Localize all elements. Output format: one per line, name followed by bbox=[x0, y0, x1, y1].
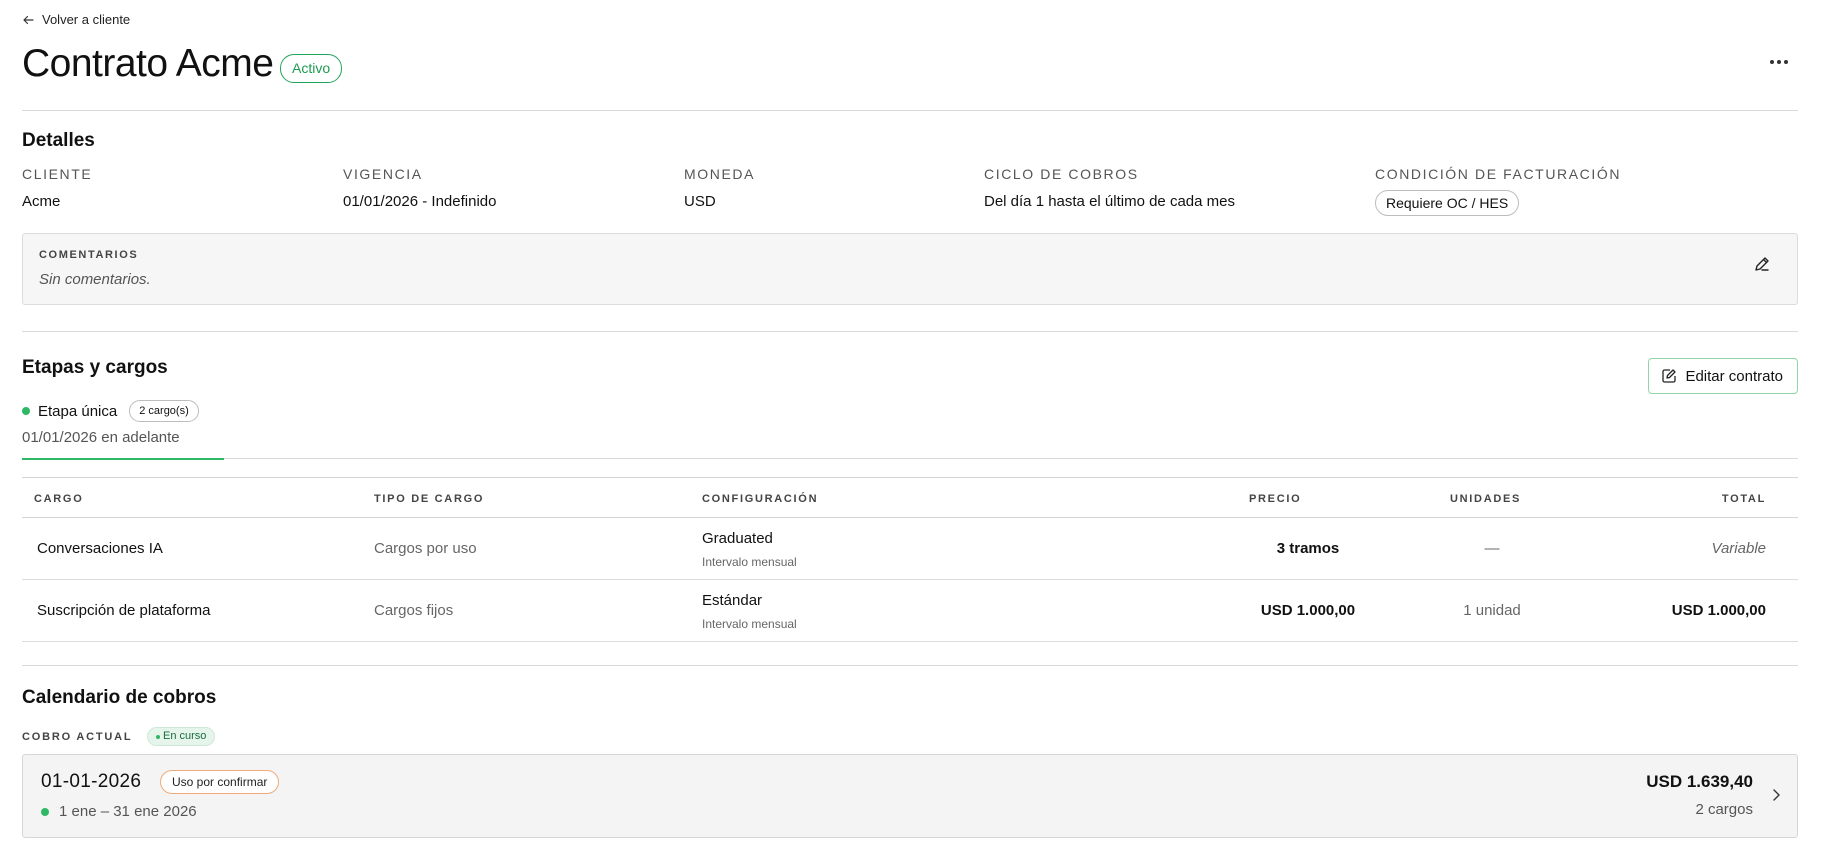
row-unidades: 1 unidad bbox=[1463, 602, 1521, 619]
in-progress-dot bbox=[156, 734, 160, 739]
row-config: Estándar bbox=[702, 592, 763, 609]
stage-charge-count: 2 cargo(s) bbox=[129, 400, 199, 422]
back-to-client-link[interactable]: Volver a cliente bbox=[22, 12, 130, 27]
table-row[interactable]: Conversaciones IA Cargos por uso Graduat… bbox=[22, 518, 1798, 580]
header-divider bbox=[22, 110, 1798, 111]
row-precio: 3 tramos bbox=[1276, 540, 1340, 557]
edit-comments-icon[interactable] bbox=[1753, 255, 1771, 273]
stage-name: Etapa única bbox=[38, 402, 118, 420]
header-precio: PRECIO bbox=[1249, 493, 1302, 505]
row-unidades: — bbox=[1484, 540, 1500, 557]
row-tipo: Cargos fijos bbox=[374, 602, 454, 619]
calendar-title: Calendario de cobros bbox=[22, 687, 217, 708]
details-title: Detalles bbox=[22, 130, 95, 151]
page-title: Contrato Acme bbox=[22, 42, 274, 85]
billing-cycle-label: Ciclo de cobros bbox=[984, 166, 1139, 182]
current-charge-label: COBRO ACTUAL bbox=[22, 731, 133, 743]
in-progress-label: En curso bbox=[163, 730, 207, 742]
header-tipo: TIPO DE CARGO bbox=[374, 493, 485, 505]
charges-table-header: CARGO TIPO DE CARGO CONFIGURACIÓN PRECIO… bbox=[22, 477, 1798, 518]
section-divider bbox=[22, 665, 1798, 666]
charge-period: 1 ene – 31 ene 2026 bbox=[41, 803, 197, 820]
edit-contract-label: Editar contrato bbox=[1685, 367, 1783, 385]
stages-title: Etapas y cargos bbox=[22, 357, 168, 378]
stage-tab[interactable]: Etapa única 2 cargo(s) bbox=[22, 400, 199, 422]
chevron-right-icon bbox=[1773, 789, 1780, 801]
validity-label: Vigencia bbox=[343, 166, 423, 182]
current-charge-card[interactable]: 01-01-2026 Uso por confirmar 1 ene – 31 … bbox=[22, 754, 1798, 838]
row-cargo: Conversaciones IA bbox=[37, 540, 163, 557]
row-interval: Intervalo mensual bbox=[702, 555, 797, 569]
row-cargo: Suscripción de plataforma bbox=[37, 602, 211, 619]
header-total: TOTAL bbox=[1721, 493, 1766, 505]
status-badge: Activo bbox=[280, 54, 343, 83]
more-options-icon[interactable] bbox=[1770, 60, 1788, 64]
charge-amount: USD 1.639,40 bbox=[1646, 772, 1753, 791]
edit-document-icon bbox=[1662, 369, 1677, 383]
client-label: Cliente bbox=[22, 166, 93, 182]
charge-period-text: 1 ene – 31 ene 2026 bbox=[59, 803, 197, 820]
row-tipo: Cargos por uso bbox=[374, 540, 477, 557]
period-status-dot bbox=[41, 807, 49, 816]
stage-status-dot bbox=[22, 407, 30, 415]
stage-tab-indicator bbox=[22, 458, 224, 460]
billing-condition-label: Condición de facturación bbox=[1375, 166, 1622, 182]
in-progress-badge: En curso bbox=[147, 727, 216, 746]
validity-value: 01/01/2026 - Indefinido bbox=[343, 193, 497, 210]
row-total: USD 1.000,00 bbox=[1671, 602, 1766, 619]
tab-divider bbox=[224, 458, 1798, 459]
usage-pending-badge: Uso por confirmar bbox=[160, 770, 280, 794]
arrow-left-icon bbox=[23, 15, 34, 24]
row-config: Graduated bbox=[702, 530, 773, 547]
row-precio: USD 1.000,00 bbox=[1260, 602, 1356, 619]
stage-date: 01/01/2026 en adelante bbox=[22, 429, 180, 446]
billing-condition-pill: Requiere OC / HES bbox=[1375, 190, 1520, 216]
comments-text: Sin comentarios. bbox=[39, 271, 151, 288]
currency-value: USD bbox=[684, 193, 716, 210]
row-total: Variable bbox=[1711, 540, 1766, 557]
billing-cycle-value: Del día 1 hasta el último de cada mes bbox=[984, 193, 1235, 210]
back-label: Volver a cliente bbox=[42, 12, 131, 27]
charge-count: 2 cargos bbox=[1695, 801, 1753, 818]
row-interval: Intervalo mensual bbox=[702, 617, 797, 631]
header-cargo: CARGO bbox=[34, 493, 84, 505]
charge-date: 01-01-2026 bbox=[41, 771, 142, 792]
comments-box: COMENTARIOS Sin comentarios. bbox=[22, 233, 1798, 305]
comments-label: COMENTARIOS bbox=[39, 249, 139, 261]
header-unidades: UNIDADES bbox=[1450, 493, 1522, 505]
currency-label: Moneda bbox=[684, 166, 756, 182]
client-value: Acme bbox=[22, 193, 61, 210]
header-config: CONFIGURACIÓN bbox=[702, 493, 819, 505]
edit-contract-button[interactable]: Editar contrato bbox=[1648, 358, 1798, 394]
section-divider bbox=[22, 331, 1798, 332]
table-row[interactable]: Suscripción de plataforma Cargos fijos E… bbox=[22, 580, 1798, 642]
